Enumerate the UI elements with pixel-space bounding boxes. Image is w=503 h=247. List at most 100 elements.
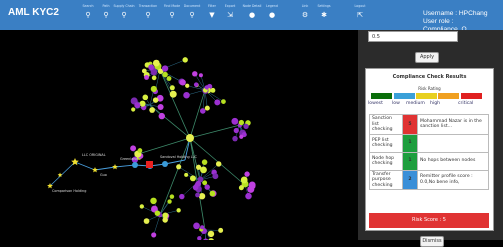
graph-node[interactable] xyxy=(142,95,148,101)
graph-node[interactable] xyxy=(208,231,214,237)
graph-node[interactable] xyxy=(177,208,181,212)
graph-node[interactable] xyxy=(214,99,220,105)
graph-node[interactable] xyxy=(139,101,145,107)
graph-node[interactable] xyxy=(184,173,188,177)
graph-flagged-node[interactable] xyxy=(146,161,153,168)
graph-node[interactable] xyxy=(153,97,158,102)
graph-node[interactable] xyxy=(162,65,168,71)
graph-node[interactable] xyxy=(151,232,156,237)
graph-node[interactable] xyxy=(202,180,207,185)
graph-node[interactable] xyxy=(200,225,204,229)
graph-node[interactable] xyxy=(199,73,203,77)
graph-node[interactable] xyxy=(239,135,243,139)
graph-node[interactable] xyxy=(212,173,218,179)
graph-star-node[interactable] xyxy=(92,167,98,172)
graph-node[interactable] xyxy=(151,86,157,92)
graph-node[interactable] xyxy=(234,128,239,133)
graph-node[interactable] xyxy=(167,76,172,81)
search-icon[interactable]: ⚲ xyxy=(112,10,136,20)
graph-node[interactable] xyxy=(132,162,138,168)
graph-node[interactable] xyxy=(176,164,181,169)
graph-node[interactable] xyxy=(210,88,215,93)
graph-node[interactable] xyxy=(241,177,248,184)
graph-node[interactable] xyxy=(239,185,244,190)
nav-item-label: Export xyxy=(218,4,242,8)
graph-node[interactable] xyxy=(162,217,167,222)
graph-node[interactable] xyxy=(162,72,168,78)
graph-node[interactable] xyxy=(182,57,187,62)
nav-item[interactable]: Transaction⚲ xyxy=(136,4,160,20)
graph-node[interactable] xyxy=(216,161,221,166)
graph-node[interactable] xyxy=(134,102,140,108)
graph-node[interactable] xyxy=(197,236,201,240)
graph-node[interactable] xyxy=(140,204,144,208)
settings-icon[interactable]: ✱ xyxy=(312,10,336,20)
username-text: Username : HPChang xyxy=(423,10,495,18)
graph-node[interactable] xyxy=(148,64,154,70)
graph-node[interactable] xyxy=(199,193,205,199)
dismiss-button[interactable]: Dismiss xyxy=(420,236,444,247)
graph-node[interactable] xyxy=(231,118,238,125)
graph-node[interactable] xyxy=(180,79,186,85)
graph-node[interactable] xyxy=(149,107,155,113)
graph-node[interactable] xyxy=(250,184,255,189)
logout-icon[interactable]: ⇱ xyxy=(348,10,372,20)
info-icon[interactable]: ● xyxy=(260,10,284,20)
graph-node[interactable] xyxy=(170,85,175,90)
graph-node[interactable] xyxy=(243,124,248,129)
graph-node[interactable] xyxy=(239,120,244,125)
graph-node[interactable] xyxy=(210,191,216,197)
graph-node[interactable] xyxy=(218,228,223,233)
graph-node[interactable] xyxy=(190,175,196,181)
graph-node[interactable] xyxy=(205,106,210,111)
check-detail xyxy=(418,134,489,152)
graph-node[interactable] xyxy=(193,222,200,229)
graph-node[interactable] xyxy=(138,148,143,153)
apply-button[interactable]: Apply xyxy=(415,52,439,63)
graph-node[interactable] xyxy=(205,85,209,89)
graph-node[interactable] xyxy=(158,104,164,110)
graph-node-label: Guo xyxy=(100,173,107,177)
graph-node[interactable] xyxy=(245,193,251,199)
graph-node[interactable] xyxy=(167,199,171,203)
export-icon[interactable]: ⇲ xyxy=(218,10,242,20)
graph-node[interactable] xyxy=(244,171,249,176)
graph-node[interactable] xyxy=(170,194,174,198)
graph-node[interactable] xyxy=(185,84,189,88)
graph-node[interactable] xyxy=(131,107,135,111)
nav-item[interactable]: Legend● xyxy=(260,4,284,20)
graph-star-node[interactable] xyxy=(112,164,118,169)
nav-item[interactable]: Logout⇱ xyxy=(348,4,372,20)
risk-swatch-critical xyxy=(461,93,482,99)
graph-node[interactable] xyxy=(232,136,237,141)
graph-node[interactable] xyxy=(130,145,136,151)
graph-node[interactable] xyxy=(192,71,197,76)
graph-node[interactable] xyxy=(202,159,208,165)
graph-node[interactable] xyxy=(193,185,199,191)
graph-node[interactable] xyxy=(179,194,184,199)
graph-node[interactable] xyxy=(162,161,168,167)
graph-node[interactable] xyxy=(194,82,199,87)
graph-node[interactable] xyxy=(200,166,207,173)
network-graph-canvas[interactable]: LLC ORIGINALGuoComparison HoldingGreenla… xyxy=(0,30,358,240)
graph-node[interactable] xyxy=(153,60,160,67)
graph-node[interactable] xyxy=(186,134,194,142)
graph-node[interactable] xyxy=(221,99,226,104)
graph-node[interactable] xyxy=(144,218,150,224)
nav-item[interactable]: Settings✱ xyxy=(312,4,336,20)
search-icon[interactable]: ⚲ xyxy=(136,10,160,20)
network-graph[interactable]: LLC ORIGINALGuoComparison HoldingGreenla… xyxy=(0,30,358,240)
filter-value-input[interactable]: 0.5 xyxy=(368,31,458,42)
graph-node[interactable] xyxy=(144,75,149,80)
graph-node[interactable] xyxy=(152,76,157,81)
graph-node[interactable] xyxy=(170,91,177,98)
graph-node[interactable] xyxy=(150,198,157,205)
graph-node[interactable] xyxy=(204,184,209,189)
nav-item[interactable]: Supply Chain⚲ xyxy=(112,4,136,20)
graph-node[interactable] xyxy=(159,113,165,119)
graph-node[interactable] xyxy=(195,193,200,198)
graph-node[interactable] xyxy=(155,210,160,215)
graph-node[interactable] xyxy=(183,92,190,99)
nav-item[interactable]: Export ⇲ xyxy=(218,4,242,20)
graph-node[interactable] xyxy=(200,108,206,114)
